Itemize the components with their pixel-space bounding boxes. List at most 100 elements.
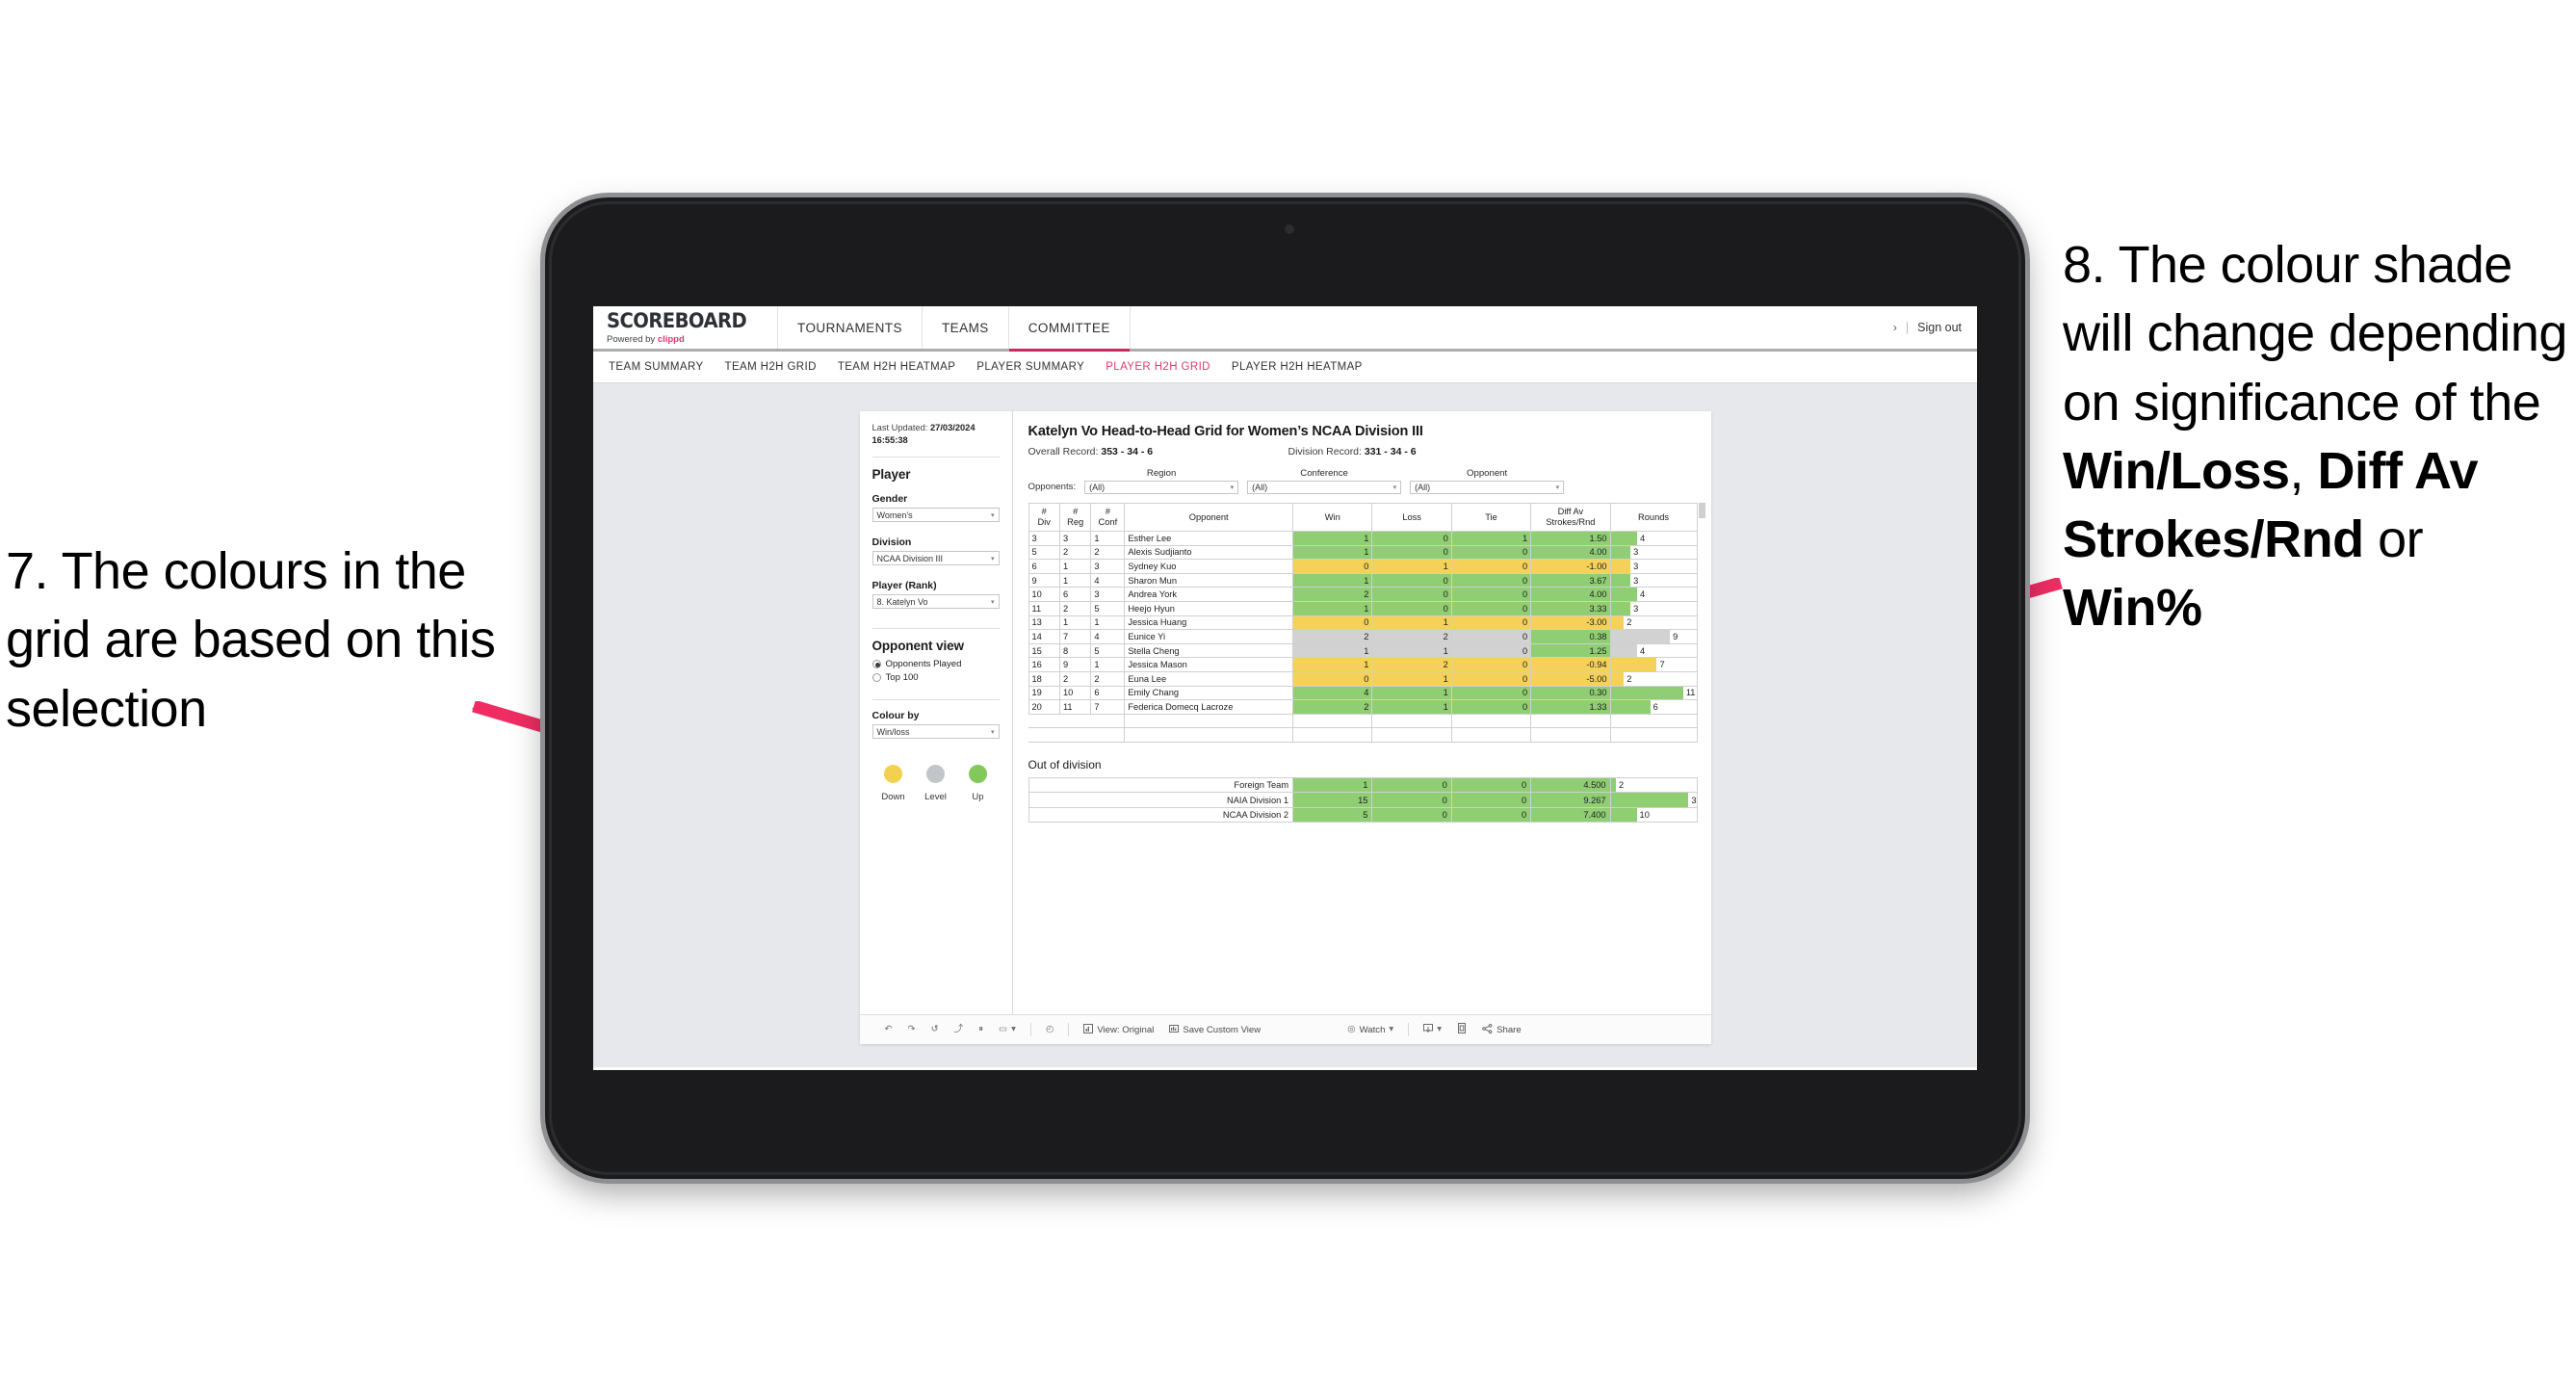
nav-item-tournaments[interactable]: TOURNAMENTS bbox=[778, 306, 923, 349]
nav-item-committee[interactable]: COMMITTEE bbox=[1008, 306, 1131, 352]
table-row[interactable]: 19 10 6 Emily Chang 4 1 0 0.30 11 bbox=[1028, 685, 1698, 701]
subnav-item-team-h2h-grid[interactable]: TEAM H2H GRID bbox=[725, 361, 817, 373]
colour-by-select[interactable]: Win/loss ▾ bbox=[872, 724, 1000, 740]
history-icon: ◴ bbox=[1045, 1024, 1054, 1035]
cell-opponent: Eunice Yi bbox=[1124, 629, 1294, 644]
table-row[interactable]: 18 2 2 Euna Lee 0 1 0 -5.00 2 bbox=[1028, 670, 1698, 687]
out-of-division-row[interactable]: Foreign Team 1 0 0 4.500 2 bbox=[1028, 776, 1698, 794]
legend-dot-up bbox=[969, 765, 987, 784]
download-button[interactable]: ▾ bbox=[1416, 1023, 1449, 1036]
conference-filter-select[interactable]: (All) ▾ bbox=[1247, 481, 1402, 494]
cell-blank bbox=[1059, 713, 1091, 729]
out-of-division-title: Out of division bbox=[1028, 757, 1102, 771]
subnav-item-team-summary[interactable]: TEAM SUMMARY bbox=[609, 361, 704, 373]
cell-blank bbox=[1028, 713, 1060, 729]
cell-ood-diff: 9.267 bbox=[1530, 792, 1611, 808]
cell-div: 19 bbox=[1028, 685, 1060, 701]
cell-reg: 1 bbox=[1058, 615, 1092, 631]
subnav-item-player-summary[interactable]: PLAYER SUMMARY bbox=[976, 361, 1084, 373]
table-row[interactable]: 16 9 1 Jessica Mason 1 2 0 -0.94 7 bbox=[1028, 657, 1698, 672]
last-updated-label: Last Updated: bbox=[872, 423, 928, 432]
cell-rounds: 9 bbox=[1609, 629, 1698, 644]
table-row[interactable]: 15 8 5 Stella Cheng 1 1 0 1.25 4 bbox=[1028, 642, 1698, 659]
division-record-label: Division Record: bbox=[1288, 446, 1362, 458]
chevron-right-icon[interactable]: › bbox=[1893, 321, 1897, 334]
undo-icon: ↶ bbox=[884, 1024, 893, 1035]
opponent-filter-select[interactable]: (All) ▾ bbox=[1410, 481, 1565, 494]
cell-diff: 0.30 bbox=[1530, 685, 1611, 701]
table-row[interactable]: 13 1 1 Jessica Huang 0 1 0 -3.00 2 bbox=[1028, 615, 1698, 631]
alerts-button[interactable]: ▭ ▾ bbox=[991, 1025, 1024, 1034]
table-row[interactable]: 20 11 7 Federica Domecq Lacroze 2 1 0 1.33 6 bbox=[1028, 699, 1698, 715]
col-header-conf: # Conf bbox=[1090, 503, 1126, 532]
cell-div: 13 bbox=[1028, 615, 1060, 631]
gender-select[interactable]: Women’s ▾ bbox=[872, 508, 1000, 523]
cell-div: 10 bbox=[1028, 587, 1060, 602]
save-custom-view-label: Save Custom View bbox=[1183, 1024, 1262, 1035]
player-rank-select[interactable]: 8. Katelyn Vo ▾ bbox=[872, 594, 1000, 610]
out-of-division-row[interactable]: NAIA Division 115009.26730 bbox=[1028, 792, 1698, 808]
nav-item-teams[interactable]: TEAMS bbox=[923, 306, 1009, 349]
cell-blank bbox=[1530, 713, 1611, 729]
cell-ood-label: Foreign Team bbox=[1028, 776, 1294, 794]
cell-diff: 3.67 bbox=[1530, 572, 1611, 588]
division-select[interactable]: NCAA Division III ▾ bbox=[872, 551, 1000, 566]
out-of-division-row[interactable]: NCAA Division 2 5 0 0 7.400 10 bbox=[1028, 806, 1698, 824]
table-row[interactable]: 14 7 4 Eunice Yi 2 2 0 0.38 9 bbox=[1028, 629, 1698, 644]
cell-win: 1 bbox=[1292, 657, 1373, 672]
cell-diff: 1.25 bbox=[1530, 642, 1611, 659]
cell-diff: -3.00 bbox=[1530, 615, 1611, 631]
view-original-label: View: Original bbox=[1097, 1024, 1155, 1035]
table-row[interactable]: 6 1 3 Sydney Kuo 0 1 0 -1.00 3 bbox=[1028, 559, 1698, 574]
alert-icon: ▭ bbox=[999, 1024, 1008, 1035]
cell-rounds: 3 bbox=[1609, 559, 1698, 574]
undo-button[interactable]: ↶ bbox=[877, 1025, 900, 1034]
table-row[interactable]: 11 2 5 Heejo Hyun 1 0 0 3.33 3 bbox=[1028, 600, 1698, 616]
overall-record: Overall Record: 353 - 34 - 6 bbox=[1028, 446, 1288, 458]
view-original-button[interactable]: View: Original bbox=[1076, 1023, 1161, 1036]
watch-button[interactable]: ◎ Watch ▾ bbox=[1340, 1025, 1401, 1035]
brand-tagline-pre: Powered by bbox=[607, 333, 658, 345]
rounds-value: 9 bbox=[1673, 631, 1678, 641]
sign-out-link[interactable]: Sign out bbox=[1917, 321, 1962, 334]
rounds-bar bbox=[1611, 700, 1651, 714]
radio-opponents-played[interactable]: Opponents Played bbox=[872, 659, 1000, 669]
subnav-item-player-h2h-grid[interactable]: PLAYER H2H GRID bbox=[1106, 361, 1210, 373]
save-custom-view-button[interactable]: Save Custom View bbox=[1161, 1024, 1268, 1036]
tablet-screen: SCOREBOARD Powered by clippd TOURNAMENTS… bbox=[593, 306, 1977, 1070]
cell-tie: 0 bbox=[1450, 699, 1532, 715]
annotation-right-mid2: or bbox=[2363, 510, 2424, 569]
fullscreen-button[interactable] bbox=[1449, 1023, 1474, 1036]
h2h-grid-body: 3 3 1 Esther Lee 1 0 1 1.50 4 5 2 2 Alexis Sudjianto… bbox=[1028, 531, 1698, 743]
cell-diff: 1.50 bbox=[1530, 531, 1611, 546]
cell-blank bbox=[1059, 727, 1091, 743]
cell-opponent: Andrea York bbox=[1124, 587, 1294, 602]
cell-opponent: Sydney Kuo bbox=[1124, 559, 1294, 574]
history-button[interactable]: ◴ bbox=[1038, 1025, 1061, 1034]
pause-button[interactable]: ⏸ bbox=[971, 1025, 991, 1034]
cell-reg: 1 bbox=[1058, 559, 1092, 574]
table-row[interactable]: 3 3 1 Esther Lee 1 0 1 1.50 4 bbox=[1028, 531, 1698, 546]
conference-filter: Conference (All) ▾ bbox=[1247, 468, 1402, 494]
refresh-button[interactable]: ⤴ bbox=[947, 1025, 972, 1034]
cell-reg: 3 bbox=[1058, 531, 1092, 546]
cell-reg: 1 bbox=[1058, 572, 1092, 588]
toolbar-divider bbox=[1029, 1023, 1031, 1036]
cell-conf: 5 bbox=[1090, 642, 1126, 659]
legend-dot-level bbox=[926, 765, 945, 784]
rounds-value: 4 bbox=[1639, 589, 1646, 600]
brand-logo[interactable]: SCOREBOARD Powered by clippd bbox=[593, 306, 778, 349]
table-row[interactable]: 5 2 2 Alexis Sudjianto 1 0 0 4.00 3 bbox=[1028, 544, 1698, 561]
revert-button[interactable]: ↺ bbox=[924, 1025, 947, 1034]
table-row[interactable]: 10 6 3 Andrea York 2 0 0 4.00 4 bbox=[1028, 587, 1698, 602]
subnav-item-player-h2h-heatmap[interactable]: PLAYER H2H HEATMAP bbox=[1232, 361, 1363, 373]
vertical-scrollbar[interactable] bbox=[1698, 503, 1705, 518]
gender-field: Gender Women’s ▾ bbox=[872, 493, 1000, 523]
redo-button[interactable]: ↷ bbox=[900, 1025, 924, 1034]
cell-reg: 7 bbox=[1058, 629, 1092, 644]
region-filter-select[interactable]: (All) ▾ bbox=[1084, 481, 1239, 494]
share-button[interactable]: Share bbox=[1474, 1023, 1529, 1036]
table-row[interactable]: 9 1 4 Sharon Mun 1 0 0 3.67 3 bbox=[1028, 572, 1698, 588]
subnav-item-team-h2h-heatmap[interactable]: TEAM H2H HEATMAP bbox=[838, 361, 955, 373]
radio-top-100[interactable]: Top 100 bbox=[872, 672, 1000, 683]
